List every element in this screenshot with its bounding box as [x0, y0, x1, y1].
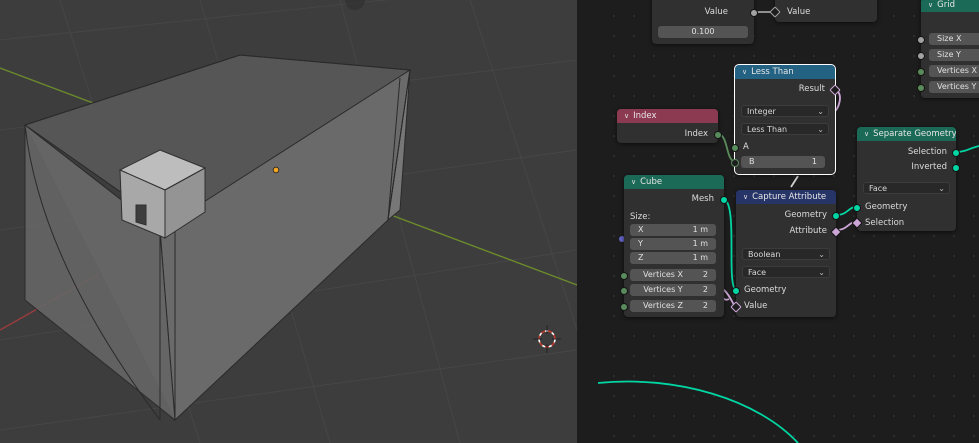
navigation-gizmo-icon[interactable] [345, 0, 365, 10]
capture-attribute-header[interactable]: ∨ Capture Attribute [736, 190, 836, 204]
3d-cursor-icon[interactable] [533, 325, 561, 353]
viewport-scene [0, 0, 577, 443]
domain-dropdown[interactable]: Face ⌄ [742, 266, 830, 278]
index-output-socket[interactable] [714, 131, 722, 139]
size-x-field[interactable]: Size X [929, 33, 979, 45]
chevron-down-icon: ⌄ [818, 250, 825, 259]
inverted-output-label: Inverted [911, 162, 947, 172]
vertices-x-socket[interactable] [620, 272, 628, 280]
chevron-down-icon: ⌄ [938, 184, 945, 193]
node-capture-attribute[interactable]: ∨ Capture Attribute Geometry Attribute Bo… [730, 190, 842, 317]
vertices-y-socket[interactable] [620, 287, 628, 295]
result-output-label: Result [798, 84, 825, 94]
value-input-label: Value [787, 7, 811, 17]
separate-geometry-header[interactable]: ∨ Separate Geometry [857, 127, 956, 141]
mesh-output-socket[interactable] [720, 196, 728, 204]
value-field[interactable]: 0.100 [658, 26, 748, 38]
b-field[interactable]: B1 [741, 156, 825, 168]
selection-output-socket[interactable] [952, 149, 960, 157]
inverted-output-socket[interactable] [952, 164, 960, 172]
chevron-down-icon: ⌄ [817, 107, 824, 116]
data-type-dropdown[interactable]: Integer ⌄ [741, 105, 829, 117]
size-x-field[interactable]: X1 m [630, 224, 716, 236]
chevron-down-icon[interactable]: ∨ [928, 1, 933, 9]
geometry-output-label: Geometry [784, 210, 827, 220]
geometry-input-socket[interactable] [853, 204, 861, 212]
less-than-header[interactable]: ∨ Less Than [735, 65, 835, 79]
operation-dropdown[interactable]: Less Than ⌄ [741, 123, 829, 135]
index-header[interactable]: ∨ Index [617, 109, 718, 123]
3d-viewport[interactable] [0, 0, 577, 443]
chevron-down-icon[interactable]: ∨ [743, 193, 748, 201]
a-input-socket[interactable] [731, 144, 739, 152]
b-input-socket[interactable] [731, 159, 739, 167]
vertices-x-socket[interactable] [917, 68, 925, 76]
size-label: Size: [630, 212, 651, 222]
chevron-down-icon[interactable]: ∨ [864, 130, 869, 138]
vertices-y-socket[interactable] [917, 84, 925, 92]
mesh-output-label: Mesh [691, 194, 714, 204]
node-value-partial[interactable]: Value [769, 0, 877, 22]
geometry-input-label: Geometry [865, 202, 908, 212]
vertices-x-field[interactable]: Vertices X2 [630, 269, 716, 281]
data-type-dropdown[interactable]: Boolean ⌄ [742, 248, 830, 260]
node-math-partial[interactable]: Value 0.100 [652, 0, 758, 44]
node-separate-geometry[interactable]: ∨ Separate Geometry Selection Inverted Fa… [851, 127, 960, 231]
vertices-y-field[interactable]: Vertices Y [929, 81, 979, 93]
index-output-label: Index [684, 129, 708, 139]
cube-header[interactable]: ∨ Cube [624, 175, 724, 189]
geometry-input-socket[interactable] [732, 287, 740, 295]
geometry-input-label: Geometry [744, 285, 787, 295]
size-y-field[interactable]: Size Y [929, 49, 979, 61]
value-input-label: Value [744, 301, 768, 311]
size-x-socket[interactable] [917, 36, 925, 44]
node-grid[interactable]: ∨ Grid Size X Size Y Vertices X Vertices … [917, 0, 979, 98]
vertices-z-field[interactable]: Vertices Z2 [630, 300, 716, 312]
size-y-field[interactable]: Y1 m [630, 238, 716, 250]
size-z-field[interactable]: Z1 m [630, 252, 716, 264]
vertices-y-field[interactable]: Vertices Y2 [630, 284, 716, 296]
area-divider[interactable] [577, 0, 598, 443]
origin-dot-icon [272, 166, 280, 174]
node-less-than[interactable]: ∨ Less Than Result Integer ⌄ Less Than ⌄ A … [731, 64, 841, 175]
value-output-label: Value [704, 7, 728, 17]
geometry-output-socket[interactable] [832, 212, 840, 220]
selection-input-label: Selection [865, 218, 905, 228]
chevron-down-icon[interactable]: ∨ [742, 68, 747, 76]
a-input-label: A [743, 142, 749, 152]
attribute-output-label: Attribute [789, 226, 827, 236]
chevron-down-icon[interactable]: ∨ [631, 178, 636, 186]
chevron-down-icon: ⌄ [818, 268, 825, 277]
chevron-down-icon: ⌄ [817, 125, 824, 134]
vertices-x-field[interactable]: Vertices X [929, 65, 979, 77]
mesh-object[interactable] [23, 54, 412, 422]
vertices-z-socket[interactable] [620, 303, 628, 311]
grid-header[interactable]: ∨ Grid [921, 0, 979, 12]
domain-dropdown[interactable]: Face ⌄ [863, 182, 950, 194]
chevron-down-icon[interactable]: ∨ [624, 112, 629, 120]
node-editor[interactable]: Value 0.100 Value ∨ Grid Size X Size Y Ve… [598, 0, 979, 443]
node-cube[interactable]: ∨ Cube Mesh Size: X1 m Y1 m Z1 m Vertices… [620, 175, 728, 317]
value-output-socket[interactable] [750, 9, 758, 17]
size-y-socket[interactable] [917, 52, 925, 60]
selection-output-label: Selection [907, 147, 947, 157]
node-index[interactable]: ∨ Index Index [617, 109, 722, 143]
